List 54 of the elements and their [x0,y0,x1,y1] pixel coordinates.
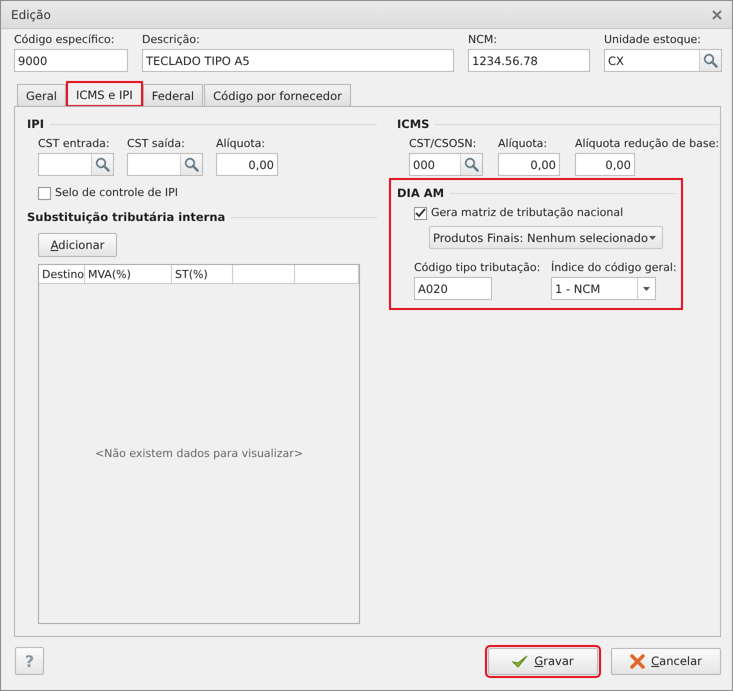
window-title: Edição [11,8,51,22]
field-label: Alíquota: [216,137,266,151]
caret-icon [649,236,656,240]
section-title: Substituição tributária interna [27,210,226,224]
tab[interactable]: ICMS e IPI [66,82,142,106]
search-field[interactable] [38,153,114,176]
search-field[interactable] [127,153,203,176]
close-icon[interactable] [712,10,722,20]
field-label: CST entrada: [38,137,110,151]
search-field[interactable]: 000 [409,153,483,176]
field-label: Unidade estoque: [604,33,702,47]
search-icon [95,157,110,172]
check-icon [415,208,426,218]
tab[interactable]: Geral [17,84,66,106]
field-label: Índice do código geral: [551,261,677,275]
section-title: IPI [27,117,44,131]
field-label: CST saída: [127,137,185,151]
input-field[interactable]: A020 [414,277,492,300]
column-header[interactable]: Destino [39,265,85,283]
field-label: CST/CSOSN: [409,137,476,151]
field-label: Alíquota: [498,137,548,151]
search-icon [184,157,199,172]
section-title: DIA AM [397,186,444,200]
caret-icon [643,286,650,290]
empty-message: <Não existem dados para visualizar> [94,447,304,460]
check-icon [512,654,528,668]
column-header[interactable]: ST(%) [172,265,233,283]
checkbox-label: Gera matriz de tributação nacional [431,206,624,220]
column-header[interactable]: MVA(%) [85,265,172,283]
input-field[interactable]: TECLADO TIPO A5 [142,49,454,72]
add-button[interactable]: Adicionar [38,233,117,257]
close-icon [630,654,646,668]
field-label: Código específico: [14,33,114,47]
field-label: Alíquota redução de base: [575,137,720,151]
search-field[interactable]: CX [604,49,722,72]
input-field[interactable]: 0,00 [575,153,635,176]
tab[interactable]: Federal [142,84,204,106]
dropdown[interactable]: Produtos Finais: Nenhum selecionado [429,226,663,249]
input-field[interactable]: 0,00 [498,153,560,176]
field-label: NCM: [468,33,498,47]
field-label: Código tipo tributação: [414,261,540,275]
combo-box[interactable]: 1 - NCM [551,277,656,300]
cancel-button[interactable]: Cancelar [611,648,721,674]
input-field[interactable]: 0,00 [216,153,278,176]
input-field[interactable]: 1234.56.78 [468,49,590,72]
checkbox[interactable] [38,186,51,200]
search-icon [703,53,718,68]
field-label: Descrição: [142,33,200,47]
checkbox[interactable] [414,206,427,220]
input-field[interactable]: 9000 [14,49,128,72]
section-title: ICMS [397,117,430,131]
tab[interactable]: Código por fornecedor [204,84,351,106]
search-icon [464,157,479,172]
checkbox-label: Selo de controle de IPI [55,186,178,200]
